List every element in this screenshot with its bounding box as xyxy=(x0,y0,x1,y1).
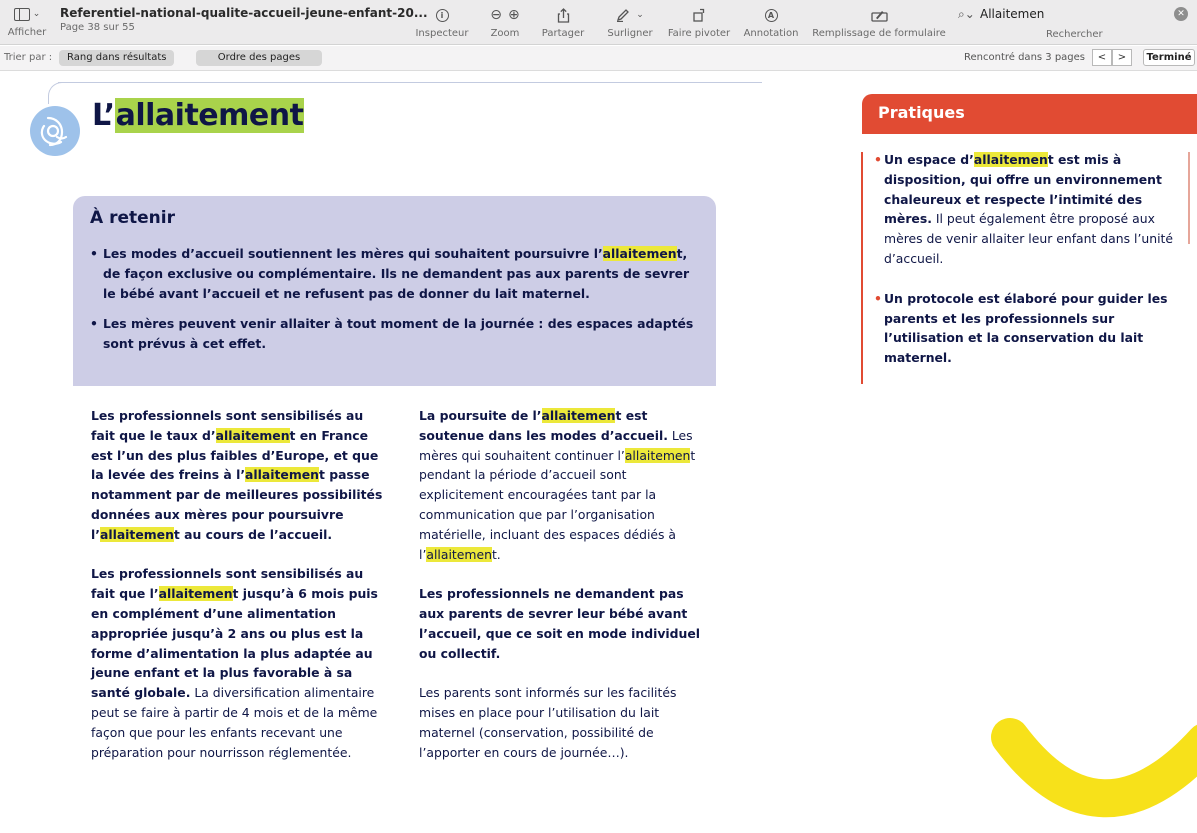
paragraph: Les professionnels sont sensibilisés au … xyxy=(91,566,378,760)
done-button[interactable]: Terminé xyxy=(1143,49,1195,66)
search-label: Rechercher xyxy=(1046,29,1103,40)
pratiques-header: Pratiques xyxy=(862,94,1197,134)
clear-icon[interactable]: ✕ xyxy=(1174,7,1188,21)
page-info: Page 38 sur 55 xyxy=(60,22,135,33)
rotate-button[interactable]: Faire pivoter xyxy=(666,4,732,39)
zoom-in-icon[interactable]: ⊕ xyxy=(508,7,520,23)
paragraph: Les professionnels sont sensibilisés au … xyxy=(91,408,383,542)
pratiques-heading: Pratiques xyxy=(878,103,965,122)
next-result-button[interactable]: > xyxy=(1112,49,1132,66)
document-title-area: Referentiel-national-qualite-accueil-jeu… xyxy=(60,6,428,33)
file-name: Referentiel-national-qualite-accueil-jeu… xyxy=(60,6,428,20)
sort-by-page-button[interactable]: Ordre des pages xyxy=(196,50,322,66)
highlighter-icon xyxy=(617,9,630,22)
chevron-down-icon: ⌄ xyxy=(32,9,41,19)
divider xyxy=(1188,152,1190,244)
afficher-label: Afficher xyxy=(7,27,47,38)
pratiques-list: Un espace d’allaitement est mis à dispos… xyxy=(874,150,1174,388)
divider xyxy=(861,152,863,384)
paragraph: Les parents sont informés sur les facili… xyxy=(419,685,677,760)
decorative-line xyxy=(48,82,66,104)
sidebar-toggle-button[interactable]: ⌄ Afficher xyxy=(6,3,48,38)
retenir-heading: À retenir xyxy=(90,208,175,228)
page-title: L’allaitement xyxy=(92,98,305,133)
sidebar-icon xyxy=(13,7,30,21)
sort-label: Trier par : xyxy=(4,52,53,63)
list-item: Les modes d’accueil soutiennent les mère… xyxy=(90,244,696,304)
share-icon xyxy=(557,7,569,23)
retenir-list: Les modes d’accueil soutiennent les mère… xyxy=(90,244,696,364)
list-item: Les mères peuvent venir allaiter à tout … xyxy=(90,314,696,354)
annotation-button[interactable]: A Annotation xyxy=(742,4,800,39)
zoom-out-icon[interactable]: ⊖ xyxy=(490,7,502,23)
search-icon: ⌕⌄ xyxy=(958,7,975,21)
paragraph: La poursuite de l’allaitement est souten… xyxy=(419,408,696,562)
list-item: Un espace d’allaitement est mis à dispos… xyxy=(874,150,1174,269)
paragraph: Les professionnels ne demandent pas aux … xyxy=(419,586,700,661)
zoom-button[interactable]: ⊖ ⊕ Zoom xyxy=(482,4,528,39)
text-column-left: Les professionnels sont sensibilisés au … xyxy=(91,406,383,782)
rotate-icon xyxy=(693,8,705,22)
annotation-icon: A xyxy=(764,8,778,22)
previous-result-button[interactable]: < xyxy=(1092,49,1112,66)
form-fill-button[interactable]: Remplissage de formulaire xyxy=(812,4,946,39)
highlight-button[interactable]: ⌄ Surligner xyxy=(604,4,656,39)
list-item: Un protocole est élaboré pour guider les… xyxy=(874,289,1174,368)
share-button[interactable]: Partager xyxy=(538,4,588,39)
retenir-box: À retenir Les modes d’accueil soutiennen… xyxy=(73,196,716,386)
search-results-bar: Trier par : Rang dans résultats Ordre de… xyxy=(0,46,1197,71)
pdf-page[interactable]: L’allaitement À retenir Les modes d’accu… xyxy=(0,72,1197,833)
search-input[interactable]: Allaitemen xyxy=(980,7,1044,21)
found-count: Rencontré dans 3 pages xyxy=(964,52,1086,63)
search-field[interactable]: ⌕⌄ Allaitemen ✕ xyxy=(952,4,1192,26)
sort-by-rank-button[interactable]: Rang dans résultats xyxy=(59,50,175,66)
inspector-button[interactable]: i Inspecteur xyxy=(414,4,470,39)
text-column-right: La poursuite de l’allaitement est souten… xyxy=(419,406,711,782)
breastfeeding-icon xyxy=(30,106,80,156)
form-icon xyxy=(870,10,888,22)
decorative-arc xyxy=(991,718,1197,818)
decorative-line xyxy=(58,82,762,83)
result-nav: < > xyxy=(1092,49,1132,66)
info-icon: i xyxy=(435,8,449,22)
chevron-down-icon: ⌄ xyxy=(636,10,644,20)
toolbar: ⌄ Afficher Referentiel-national-qualite-… xyxy=(0,0,1197,45)
